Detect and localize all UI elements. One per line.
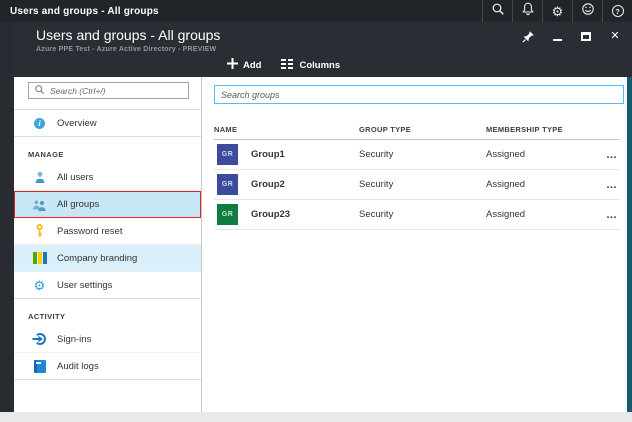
group-name: Group1: [251, 149, 285, 160]
columns-button[interactable]: Columns: [281, 58, 341, 72]
top-bar: Users and groups - All groups ⚙ ?: [0, 0, 632, 22]
notifications-button[interactable]: [512, 0, 542, 22]
blade-header: Users and groups - All groups Azure PPE …: [14, 22, 632, 77]
table-header-row: NAME GROUP TYPE MEMBERSHIP TYPE: [214, 119, 620, 140]
bell-icon: [521, 2, 535, 21]
membership-type-cell: Assigned: [486, 179, 526, 190]
sidebar-item-label: Company branding: [57, 252, 138, 264]
group-name: Group23: [251, 209, 291, 220]
minimize-icon[interactable]: [550, 29, 564, 43]
column-header-name: NAME: [214, 124, 238, 134]
window-title: Users and groups - All groups: [10, 5, 159, 17]
row-context-menu-icon[interactable]: …: [592, 149, 620, 161]
sidebar-item-all-groups[interactable]: All groups: [14, 191, 201, 218]
membership-type-cell: Assigned: [486, 209, 526, 220]
blade-scroll-edge[interactable]: [627, 77, 632, 412]
table-row[interactable]: GR Group23 Security Assigned …: [214, 200, 620, 230]
main-content: NAME GROUP TYPE MEMBERSHIP TYPE GR Group…: [202, 77, 632, 412]
sidebar-item-label: Overview: [57, 117, 97, 129]
sidebar-item-label: Password reset: [57, 225, 123, 237]
sidebar-item-user-settings[interactable]: ⚙ User settings: [14, 272, 201, 299]
pin-icon[interactable]: [521, 29, 535, 43]
user-icon: [32, 171, 47, 184]
blade-users-and-groups: Users and groups - All groups Azure PPE …: [14, 22, 632, 412]
group-type-cell: Security: [359, 209, 394, 220]
blade-window-controls: ✕: [521, 29, 622, 43]
branding-bars-icon: [32, 252, 47, 264]
help-icon: ?: [611, 5, 624, 17]
column-header-group-type: GROUP TYPE: [359, 124, 412, 134]
table-row[interactable]: GR Group1 Security Assigned …: [214, 140, 620, 170]
sidebar: i Overview MANAGE All users All groups: [14, 77, 202, 412]
sign-in-icon: [32, 332, 47, 346]
close-icon[interactable]: ✕: [608, 29, 622, 43]
gear-icon: ⚙: [33, 277, 46, 293]
command-bar: Add Columns: [227, 58, 340, 72]
sidebar-search-box[interactable]: [28, 82, 189, 99]
sidebar-item-overview[interactable]: i Overview: [14, 110, 201, 137]
sidebar-item-label: All groups: [57, 199, 100, 210]
sidebar-item-label: Audit logs: [57, 360, 99, 372]
maximize-icon[interactable]: [579, 29, 593, 43]
section-header-manage: MANAGE: [28, 150, 64, 159]
row-context-menu-icon[interactable]: …: [592, 209, 620, 221]
smiley-icon: [581, 2, 595, 21]
sidebar-search-input[interactable]: [50, 85, 183, 96]
topbar-icon-group: ⚙ ?: [482, 0, 632, 22]
membership-type-cell: Assigned: [486, 149, 526, 160]
group-name: Group2: [251, 179, 285, 190]
sidebar-item-audit-logs[interactable]: Audit logs: [14, 353, 201, 380]
blade-title: Users and groups - All groups: [36, 27, 221, 43]
key-icon: [32, 224, 47, 238]
row-context-menu-icon[interactable]: …: [592, 179, 620, 191]
add-button[interactable]: Add: [227, 58, 261, 72]
group-icon: [32, 199, 47, 211]
group-avatar: GR: [217, 204, 238, 225]
group-type-cell: Security: [359, 149, 394, 160]
sidebar-item-all-users[interactable]: All users: [14, 164, 201, 191]
group-avatar: GR: [217, 174, 238, 195]
columns-button-label: Columns: [299, 59, 341, 71]
section-header-activity: ACTIVITY: [28, 312, 66, 321]
sidebar-item-sign-ins[interactable]: Sign-ins: [14, 326, 201, 353]
add-button-label: Add: [243, 59, 262, 71]
plus-icon: [227, 58, 238, 72]
sidebar-item-label: All users: [57, 171, 94, 183]
screen: Users and groups - All groups ⚙ ? Users …: [0, 0, 632, 422]
gear-icon: ⚙: [551, 3, 564, 19]
settings-button[interactable]: ⚙: [542, 0, 572, 22]
table-row[interactable]: GR Group2 Security Assigned …: [214, 170, 620, 200]
blade-body: i Overview MANAGE All users All groups: [14, 77, 632, 412]
help-button[interactable]: ?: [602, 0, 632, 22]
search-button[interactable]: [482, 0, 512, 22]
groups-search-box[interactable]: [214, 85, 624, 104]
portal-left-edge: [0, 22, 14, 412]
sidebar-item-password-reset[interactable]: Password reset: [14, 218, 201, 245]
group-type-cell: Security: [359, 179, 394, 190]
audit-log-icon: [32, 359, 47, 373]
feedback-button[interactable]: [572, 0, 602, 22]
search-icon: [34, 82, 45, 100]
group-avatar: GR: [217, 144, 238, 165]
search-icon: [491, 2, 505, 21]
column-header-membership-type: MEMBERSHIP TYPE: [486, 124, 563, 134]
groups-search-input[interactable]: [221, 89, 617, 100]
sidebar-item-label: Sign-ins: [57, 333, 92, 345]
sidebar-item-company-branding[interactable]: Company branding: [14, 245, 201, 272]
blade-subtitle: Azure PPE Test - Azure Active Directory …: [36, 46, 217, 53]
info-icon: i: [34, 117, 45, 129]
groups-table: NAME GROUP TYPE MEMBERSHIP TYPE GR Group…: [214, 119, 620, 230]
sidebar-item-label: User settings: [57, 279, 113, 291]
columns-icon: [281, 58, 294, 72]
